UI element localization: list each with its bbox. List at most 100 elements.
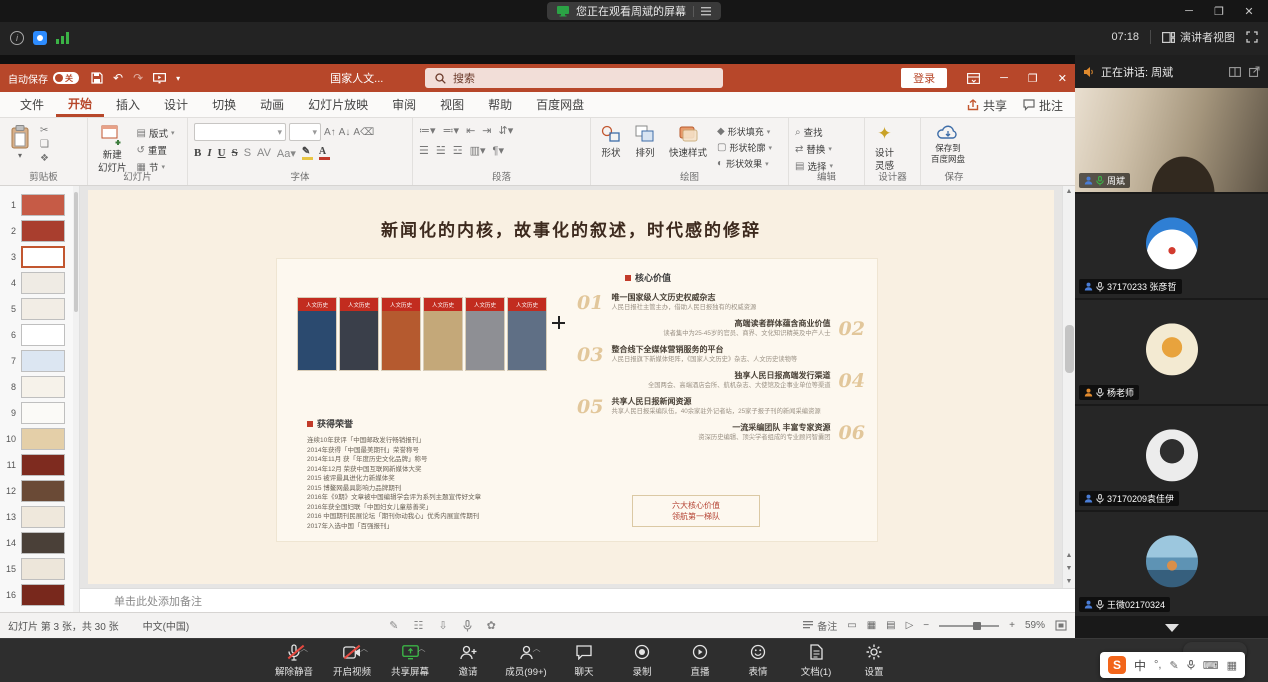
ribbon-tab[interactable]: 文件	[8, 92, 56, 117]
comments-button[interactable]: 批注	[1023, 97, 1063, 114]
undo-icon[interactable]: ↶	[113, 71, 123, 85]
normal-view-icon[interactable]: ▭	[847, 620, 856, 631]
settings-button[interactable]: 设置	[852, 643, 896, 678]
autosave-toggle[interactable]: 自动保存 关	[8, 71, 79, 86]
ribbon-tab[interactable]: 插入	[104, 92, 152, 117]
settings-small-icon[interactable]: ✿	[487, 619, 496, 632]
font-color-button[interactable]: A	[319, 146, 330, 160]
font-size-combo[interactable]: ▾	[289, 123, 321, 141]
ribbon-tab[interactable]: 幻灯片放映	[296, 92, 380, 117]
language-indicator[interactable]: 中文(中国)	[143, 618, 190, 633]
align-center-icon[interactable]: ☱	[436, 144, 446, 157]
design-ideas-button[interactable]: ✦ 设计 灵感	[871, 123, 898, 174]
shape-outline-button[interactable]: ▢形状轮廓▾	[717, 141, 772, 154]
slide-thumbnail[interactable]: 10	[0, 426, 79, 452]
autosave-switch[interactable]: 关	[53, 72, 79, 84]
zoom-slider[interactable]	[939, 625, 999, 627]
copy-button[interactable]: ❏	[40, 139, 49, 150]
change-case-icon[interactable]: Aa▾	[277, 147, 296, 160]
slide-title[interactable]: 新闻化的内核，故事化的叙述，时代感的修辞	[88, 216, 1054, 241]
share-button[interactable]: 共享	[967, 97, 1007, 114]
participant-tile[interactable]: 37170209袁佳伊	[1075, 406, 1268, 510]
emoji-button[interactable]: 表情	[736, 643, 780, 678]
network-signal-icon[interactable]	[56, 32, 70, 44]
text-direction-icon[interactable]: ¶▾	[493, 144, 504, 157]
slideshow-icon[interactable]	[153, 73, 166, 84]
highlight-color-button[interactable]: ✎	[302, 146, 313, 160]
slide-thumbnail[interactable]: 9	[0, 400, 79, 426]
ime-punctuation-icon[interactable]: °,	[1154, 659, 1161, 671]
participant-tile[interactable]: 周斌	[1075, 88, 1268, 192]
qat-dropdown-icon[interactable]: ▾	[176, 74, 180, 83]
thumbnail-scrollbar[interactable]	[73, 186, 79, 612]
scroll-up-icon[interactable]: ▲	[1066, 188, 1073, 195]
notes-toggle-button[interactable]: 备注	[803, 618, 837, 633]
line-spacing-icon[interactable]: ⇵▾	[499, 124, 514, 137]
ime-mode[interactable]: 中	[1134, 657, 1146, 674]
ribbon-tab[interactable]: 设计	[152, 92, 200, 117]
scrollbar-thumb[interactable]	[1065, 325, 1074, 373]
participant-tile[interactable]: 王微02170324	[1075, 512, 1268, 616]
quick-styles-button[interactable]: 快速样式	[665, 123, 711, 161]
login-button[interactable]: 登录	[901, 68, 947, 88]
ime-mic-icon[interactable]	[1187, 660, 1195, 670]
banner-menu-icon[interactable]	[701, 7, 711, 16]
chat-button[interactable]: 聊天	[562, 643, 606, 678]
increase-indent-icon[interactable]: ⇥	[482, 124, 491, 137]
slide-thumbnail[interactable]: 7	[0, 348, 79, 374]
slide-thumbnail[interactable]: 11	[0, 452, 79, 478]
popout-icon[interactable]	[1249, 66, 1260, 77]
zoom-knob[interactable]	[973, 622, 981, 630]
clear-format-icon[interactable]: A⌫	[353, 127, 374, 138]
sogou-logo[interactable]: S	[1108, 656, 1126, 674]
record-button[interactable]: 录制	[620, 643, 664, 678]
slideshow-view-icon[interactable]: ▷	[906, 620, 914, 631]
slide-thumbnail[interactable]: 2	[0, 218, 79, 244]
shadow-button[interactable]: S	[244, 147, 251, 159]
save-icon[interactable]	[91, 72, 103, 84]
scroll-down-icon[interactable]: ▼	[1066, 578, 1073, 585]
notes-pane[interactable]: 单击此处添加备注	[80, 588, 1075, 612]
format-painter-button[interactable]: ❖	[40, 153, 49, 164]
ribbon-tab[interactable]: 开始	[56, 92, 104, 117]
slide-thumbnail[interactable]: 8	[0, 374, 79, 400]
save-to-cloud-button[interactable]: 保存到 百度网盘	[927, 123, 969, 167]
participant-tile[interactable]: 杨老师	[1075, 300, 1268, 404]
slide-thumbnail[interactable]: 3	[0, 244, 79, 270]
live-button[interactable]: 直播	[678, 643, 722, 678]
columns-icon[interactable]: ▥▾	[470, 144, 486, 157]
search-bar[interactable]: 搜索	[425, 68, 723, 88]
ime-keyboard-icon[interactable]: ⌨	[1203, 659, 1219, 672]
ime-mode-icon[interactable]: ☷	[413, 619, 423, 632]
slide-content-card[interactable]: 核心价值 人文历史 人文历史	[276, 258, 878, 542]
paste-button[interactable]: ▾	[6, 123, 34, 162]
scroll-more-participants[interactable]	[1075, 618, 1268, 638]
grow-font-icon[interactable]: A↑	[324, 127, 336, 138]
slide-thumbnail[interactable]: 16	[0, 582, 79, 608]
next-slide-icon[interactable]: ▼	[1066, 565, 1073, 572]
participant-tile[interactable]: 37170233 张彦哲	[1075, 194, 1268, 298]
zoom-level[interactable]: 59%	[1025, 620, 1045, 631]
ime-toolbox-icon[interactable]: ▦	[1227, 659, 1237, 672]
screen-share-banner[interactable]: 您正在观看周斌的屏幕	[547, 2, 721, 20]
dictate-icon[interactable]	[463, 620, 472, 632]
invite-button[interactable]: 邀请	[446, 643, 490, 678]
shapes-button[interactable]: 形状	[597, 123, 625, 161]
shrink-font-icon[interactable]: A↓	[339, 127, 351, 138]
slide-thumbnail[interactable]: 5	[0, 296, 79, 322]
share-screen-button[interactable]: ︿ 共享屏幕	[388, 643, 432, 678]
ppt-restore-icon[interactable]: ❐	[1028, 72, 1038, 85]
close-icon[interactable]: ✕	[1234, 5, 1264, 18]
char-spacing-icon[interactable]: AV	[257, 147, 271, 159]
members-button[interactable]: ︿ 成员(99+)	[504, 643, 548, 678]
layout-icon[interactable]	[1229, 67, 1241, 77]
fit-slide-icon[interactable]	[1055, 620, 1067, 631]
strikethrough-button[interactable]: S	[232, 147, 238, 159]
pen-icon[interactable]: ✎	[389, 619, 398, 632]
shape-fill-button[interactable]: ◆形状填充▾	[717, 125, 772, 138]
italic-button[interactable]: I	[207, 147, 211, 159]
ribbon-tab[interactable]: 审阅	[380, 92, 428, 117]
slide-thumbnail[interactable]: 14	[0, 530, 79, 556]
slide-thumbnail[interactable]: 1	[0, 192, 79, 218]
slide-thumbnail[interactable]: 15	[0, 556, 79, 582]
